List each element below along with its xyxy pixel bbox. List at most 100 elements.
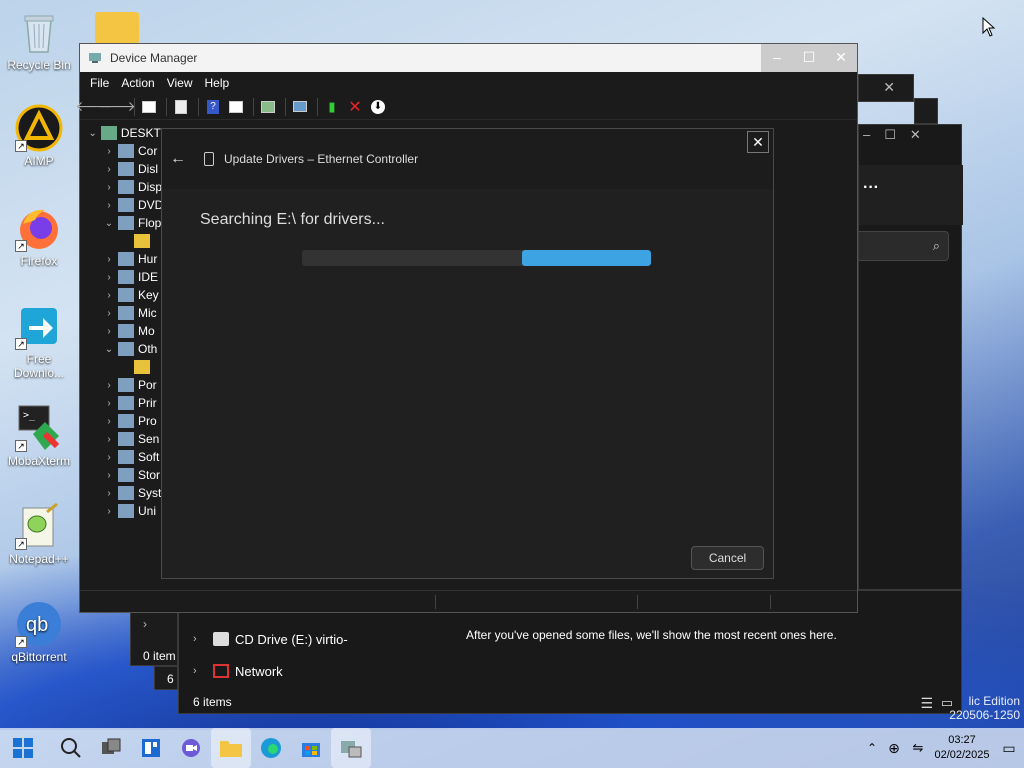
close-button[interactable]: ✕	[825, 44, 857, 72]
chevron-up-icon[interactable]: ⌃	[862, 741, 882, 755]
start-button[interactable]	[3, 728, 43, 768]
disable-device-icon[interactable]: ⬇	[368, 97, 388, 117]
mobaxterm-desktop-icon[interactable]: >_ ↗ MobaXterm	[4, 404, 74, 468]
aimp-desktop-icon[interactable]: ↗ AIMP	[4, 104, 74, 168]
chevron-right-icon[interactable]: ›	[102, 506, 116, 517]
details-view-icon[interactable]: ☰	[920, 695, 933, 712]
help-icon[interactable]: ?	[203, 97, 223, 117]
menu-action[interactable]: Action	[115, 76, 160, 90]
chevron-right-icon[interactable]: ›	[102, 488, 116, 499]
add-driver-icon[interactable]: ▮	[322, 97, 342, 117]
tree-item[interactable]: › DVD	[80, 196, 170, 214]
more-options-icon[interactable]: ···	[863, 179, 879, 197]
network-icon	[213, 664, 229, 678]
tree-root[interactable]: ⌄ DESKTO	[80, 124, 170, 142]
notepadpp-desktop-icon[interactable]: ↗ Notepad++	[4, 502, 74, 566]
tree-item[interactable]: › Stor	[80, 466, 170, 484]
tree-item[interactable]: › Syst	[80, 484, 170, 502]
minimize-button[interactable]: –	[761, 44, 793, 72]
menu-help[interactable]: Help	[199, 76, 236, 90]
chevron-right-icon[interactable]: ›	[102, 146, 116, 157]
show-hide-console-tree-icon[interactable]	[139, 97, 159, 117]
tree-item[interactable]: › Disp	[80, 178, 170, 196]
tree-item[interactable]: › Prir	[80, 394, 170, 412]
task-view-icon	[102, 738, 121, 754]
tree-item[interactable]: › Disl	[80, 160, 170, 178]
network-icon[interactable]: ⇋	[906, 740, 930, 756]
menu-view[interactable]: View	[161, 76, 199, 90]
folder-icon[interactable]	[95, 12, 139, 44]
chevron-right-icon[interactable]: ›	[102, 254, 116, 265]
free-download-manager-desktop-icon[interactable]: ↗ Free Downlo...	[4, 302, 74, 380]
chevron-right-icon[interactable]: ›	[102, 326, 116, 337]
tree-item[interactable]: › Sen	[80, 430, 170, 448]
settings-window: – ☐ ✕ ··· ⌕	[858, 124, 963, 590]
widgets-button[interactable]	[131, 728, 171, 768]
chevron-right-icon[interactable]: ›	[102, 434, 116, 445]
tree-item[interactable]: › IDE	[80, 268, 170, 286]
tree-item[interactable]: › Cor	[80, 142, 170, 160]
details-icon[interactable]	[226, 97, 246, 117]
chevron-right-icon[interactable]: ›	[102, 416, 116, 427]
qbittorrent-icon: qb ↗	[15, 600, 63, 648]
device-manager-taskbar-button[interactable]	[331, 728, 371, 768]
chevron-right-icon[interactable]: ›	[102, 380, 116, 391]
edge-taskbar-button[interactable]	[251, 728, 291, 768]
tree-item[interactable]: › Key	[80, 286, 170, 304]
tree-item[interactable]: › Por	[80, 376, 170, 394]
recycle-bin-desktop-icon[interactable]: Recycle Bin	[4, 8, 74, 72]
tree-item[interactable]: › Pro	[80, 412, 170, 430]
tree-item[interactable]: ⌄ Oth	[80, 340, 170, 358]
tree-item[interactable]: › Hur	[80, 250, 170, 268]
chevron-right-icon[interactable]: ›	[102, 182, 116, 193]
chevron-down-icon[interactable]: ⌄	[102, 218, 116, 229]
minimize-icon[interactable]: –	[863, 127, 870, 143]
tree-item[interactable]	[80, 358, 170, 376]
chevron-right-icon[interactable]: ›	[102, 272, 116, 283]
chevron-right-icon[interactable]: ›	[102, 308, 116, 319]
tree-item[interactable]: › Uni	[80, 502, 170, 520]
forward-arrow-icon[interactable]: 🡒	[98, 97, 136, 117]
close-button[interactable]: ✕	[747, 131, 769, 153]
chevron-right-icon[interactable]: ›	[102, 452, 116, 463]
properties-icon[interactable]	[171, 97, 191, 117]
notifications-icon[interactable]: ▭	[994, 740, 1024, 757]
chat-button[interactable]	[171, 728, 211, 768]
store-taskbar-button[interactable]	[291, 728, 331, 768]
chevron-right-icon[interactable]: ›	[102, 164, 116, 175]
close-icon[interactable]: ✕	[883, 79, 895, 96]
menu-file[interactable]: File	[84, 76, 115, 90]
cancel-button[interactable]: Cancel	[691, 546, 764, 570]
download-manager-icon: ↗	[15, 302, 63, 350]
search-button[interactable]	[51, 728, 91, 768]
chevron-right-icon[interactable]: ›	[102, 290, 116, 301]
maximize-icon[interactable]: ☐	[884, 127, 896, 143]
tree-item-label: Pro	[138, 414, 157, 428]
chevron-down-icon[interactable]: ⌄	[102, 344, 116, 355]
chevron-right-icon: ›	[193, 665, 197, 677]
close-icon[interactable]: ✕	[910, 127, 921, 143]
search-input[interactable]: ⌕	[859, 231, 949, 261]
chevron-right-icon[interactable]: ›	[102, 470, 116, 481]
back-arrow-icon[interactable]: ←	[170, 150, 190, 168]
tree-item[interactable]: ⌄ Flop	[80, 214, 170, 232]
update-driver-icon[interactable]	[258, 97, 278, 117]
firefox-desktop-icon[interactable]: ↗ Firefox	[4, 204, 74, 268]
tree-item-cd-drive[interactable]: › CD Drive (E:) virtio-	[193, 629, 348, 649]
title-bar[interactable]: Device Manager – ☐ ✕	[80, 44, 857, 72]
chevron-right-icon[interactable]: ›	[102, 398, 116, 409]
qbittorrent-desktop-icon[interactable]: qb ↗ qBittorrent	[4, 600, 74, 664]
uninstall-icon[interactable]: ✕	[345, 97, 365, 117]
clock[interactable]: 03:27 02/02/2025	[930, 733, 994, 763]
tree-item[interactable]: › Mic	[80, 304, 170, 322]
tree-item[interactable]	[80, 232, 170, 250]
scan-hardware-icon[interactable]	[290, 97, 310, 117]
tree-item[interactable]: › Mo	[80, 322, 170, 340]
maximize-button[interactable]: ☐	[793, 44, 825, 72]
file-explorer-taskbar-button[interactable]	[211, 728, 251, 768]
chevron-right-icon[interactable]: ›	[102, 200, 116, 211]
tree-item-network[interactable]: › Network	[193, 661, 283, 681]
language-icon[interactable]: ⊕	[882, 740, 906, 757]
tree-item[interactable]: › Soft	[80, 448, 170, 466]
task-view-button[interactable]	[91, 728, 131, 768]
